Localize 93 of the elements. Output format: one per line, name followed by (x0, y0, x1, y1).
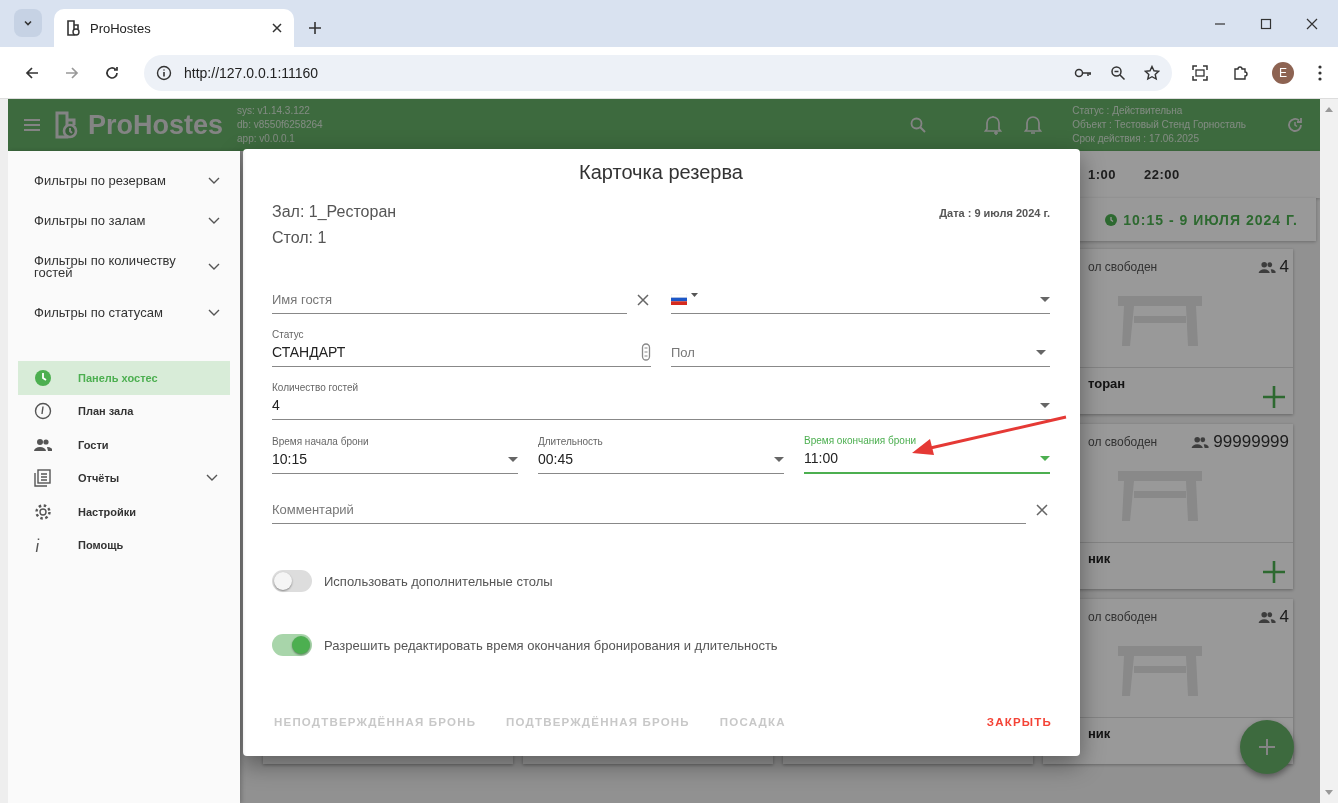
version-text: sys: v1.14.3.122 (237, 104, 311, 118)
building-icon (66, 20, 80, 36)
toggle-label: Использовать дополнительные столы (324, 573, 553, 589)
dropdown-field[interactable]: Длительность 00:45 (538, 433, 784, 474)
table-status: ол свободен (1088, 260, 1159, 274)
profile-avatar[interactable]: E (1272, 61, 1294, 84)
nav-item[interactable]: Отчёты (18, 461, 230, 495)
info-icon (156, 64, 172, 81)
hall-text: Зал: 1_Ресторан (272, 203, 397, 221)
caret-icon (774, 456, 784, 462)
clock-icon (34, 402, 52, 421)
nav-item[interactable]: Помощь (18, 528, 230, 562)
chevron-down-icon (208, 309, 220, 317)
dialog-title: Карточка резерва (578, 161, 744, 185)
time-label: 1:00 (1088, 167, 1117, 182)
clear-icon[interactable] (1036, 504, 1048, 516)
nav-item[interactable]: Гости (18, 428, 230, 462)
chevron-down-icon (208, 177, 220, 185)
zoom-icon[interactable] (1110, 64, 1126, 81)
people-icon (34, 437, 52, 452)
people-icon (1257, 610, 1276, 624)
table-name: ник (1088, 726, 1111, 741)
version-text: app: v0.0.0.1 (237, 132, 296, 146)
current-date-text: 10:15 - 9 ИЮЛЯ 2024 Г. (1123, 211, 1298, 228)
table-name: ник (1088, 551, 1111, 566)
chevron-down-icon (206, 474, 218, 483)
menu-icon[interactable] (1318, 64, 1322, 81)
guest-count: 4 (1279, 607, 1289, 627)
flag-icon (671, 293, 687, 305)
caret-icon (1040, 296, 1050, 302)
version-text: db: v8550f6258264 (237, 118, 323, 132)
caret-icon (1040, 455, 1050, 461)
filter-dropdown[interactable]: Фильтры по статусам (8, 293, 240, 333)
extensions-icon[interactable] (1232, 64, 1248, 81)
nav-item[interactable]: План зала (18, 394, 230, 428)
tag-icon (641, 343, 651, 361)
new-tab-icon[interactable] (308, 21, 322, 35)
input-field[interactable]: Статус СТАНДАРТ (272, 326, 651, 367)
dropdown-field[interactable]: Пол (671, 329, 1050, 367)
date-text: Дата : 9 июля 2024 г. (939, 207, 1050, 221)
input-field[interactable]: Комментарий (272, 486, 1026, 524)
clear-icon[interactable] (637, 294, 649, 306)
dropdown-field[interactable]: Время начала брони 10:15 (272, 433, 518, 474)
license-text: Срок действия : 17.06.2025 (1072, 132, 1200, 146)
settings-icon (34, 502, 52, 521)
browser-tab[interactable]: ProHostes (54, 9, 294, 47)
key-icon[interactable] (1074, 66, 1092, 79)
chevron-down-icon (208, 263, 220, 271)
close-icon[interactable] (1306, 17, 1318, 30)
license-text: Объект : Тестовый Стенд Горносталь (1072, 118, 1246, 132)
address-bar[interactable]: http://127.0.0.1:11160 (144, 54, 1172, 91)
reload-icon[interactable] (104, 64, 120, 81)
input-field[interactable]: Имя гостя (272, 276, 627, 314)
forward-icon[interactable] (64, 64, 80, 81)
caret-icon (1040, 402, 1050, 408)
scroll-up-icon[interactable] (1325, 107, 1333, 112)
star-icon[interactable] (1144, 64, 1160, 81)
close-icon[interactable] (272, 23, 282, 33)
people-icon (1191, 435, 1210, 449)
logo-icon (54, 111, 78, 139)
maximize-icon[interactable] (1260, 17, 1272, 30)
dropdown-field[interactable]: Количество гостей 4 (272, 379, 1050, 420)
toggle-label: Разрешить редактировать время окончания бронирования и длительность (324, 637, 778, 653)
guest-count: 4 (1279, 257, 1289, 277)
toggle-switch[interactable] (272, 570, 312, 592)
table-name: торан (1088, 376, 1126, 391)
nav-item[interactable]: Настройки (18, 495, 230, 529)
time-label: 22:00 (1144, 167, 1180, 182)
plus-icon (1259, 739, 1275, 755)
clock-icon (1105, 213, 1118, 226)
screenshot-icon[interactable] (1192, 64, 1208, 81)
license-text: Статус : Действительна (1072, 104, 1184, 118)
chevron-down-icon (208, 217, 220, 225)
caret-icon (508, 456, 518, 462)
info-icon (34, 537, 42, 554)
caret-icon (691, 293, 698, 297)
people-icon (1257, 260, 1276, 274)
caret-icon (1036, 350, 1046, 355)
plus-icon[interactable] (1263, 561, 1285, 583)
table-text: Стол: 1 (272, 229, 328, 247)
table-status: ол свободен (1088, 610, 1159, 624)
table-status: ол свободен (1088, 435, 1159, 449)
filter-dropdown[interactable]: Фильтры по залам (8, 201, 240, 241)
document-stack-icon (34, 469, 52, 488)
filter-dropdown[interactable]: Фильтры по резервам (8, 161, 240, 201)
plus-icon[interactable] (1263, 386, 1285, 408)
brand-name: ProHostes (88, 109, 224, 141)
clock-icon (34, 368, 52, 387)
toggle-switch[interactable] (272, 634, 312, 656)
filter-dropdown[interactable]: Фильтры по количеству гостей (8, 241, 240, 293)
scroll-down-icon[interactable] (1325, 790, 1333, 795)
back-icon[interactable] (24, 64, 40, 81)
guest-count: 99999999 (1213, 432, 1289, 452)
